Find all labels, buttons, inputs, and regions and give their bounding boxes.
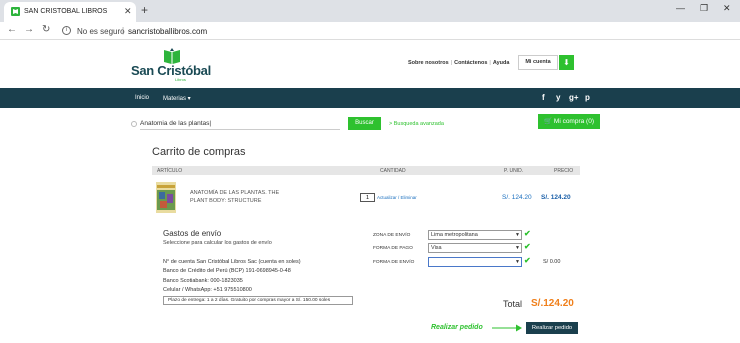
total-label: Total bbox=[503, 299, 523, 309]
search-option-radio[interactable] bbox=[131, 121, 137, 127]
place-order-button[interactable]: Realizar pedido bbox=[526, 322, 578, 334]
security-status[interactable]: No es seguro bbox=[77, 27, 125, 36]
info-icon[interactable]: i bbox=[62, 26, 71, 35]
contact-link[interactable]: Contáctenos bbox=[454, 60, 487, 66]
arrow-right-icon bbox=[492, 324, 522, 332]
back-icon[interactable]: ← bbox=[7, 24, 17, 35]
facebook-icon[interactable]: f bbox=[542, 93, 545, 102]
total-value: S/.124.20 bbox=[531, 298, 574, 309]
nav-materias[interactable]: Materias ▾ bbox=[163, 95, 191, 102]
unit-price: S/. 124.20 bbox=[502, 194, 532, 201]
forward-icon[interactable]: → bbox=[24, 24, 34, 35]
link-divider: | bbox=[489, 60, 491, 66]
address-separator: | bbox=[122, 26, 125, 35]
help-link[interactable]: Ayuda bbox=[493, 60, 510, 66]
advanced-search-link[interactable]: > Busqueda avanzada bbox=[389, 121, 444, 127]
bank-scotiabank-line: Banco Scotiabank: 000-1823035 bbox=[163, 278, 243, 284]
checkmark-icon: ✔ bbox=[524, 242, 531, 251]
column-header-unit-price: P. UNID. bbox=[504, 168, 524, 174]
minimize-icon[interactable]: — bbox=[676, 3, 685, 13]
twitter-icon[interactable]: y bbox=[556, 93, 560, 102]
logo-name[interactable]: San Cristóbal bbox=[131, 63, 211, 78]
google-plus-icon[interactable]: g+ bbox=[569, 93, 579, 102]
shipping-method-label: FORMA DE ENVÍO bbox=[373, 260, 415, 265]
cart-button-label: Mi compra (0) bbox=[553, 118, 594, 125]
tab-title: SAN CRISTOBAL LIBROS bbox=[24, 8, 108, 15]
payment-method-value: Visa bbox=[431, 245, 442, 251]
account-button[interactable]: Mi cuenta bbox=[518, 55, 558, 70]
column-header-article: ARTÍCULO bbox=[157, 168, 183, 174]
search-input[interactable] bbox=[140, 117, 340, 130]
close-window-icon[interactable]: ✕ bbox=[723, 3, 731, 14]
page-title: Carrito de compras bbox=[152, 146, 246, 158]
book-title[interactable]: ANATOMÍA DE LAS PLANTAS. THE PLANT BODY:… bbox=[190, 190, 290, 205]
book-cover-image[interactable] bbox=[156, 182, 176, 213]
checkmark-icon: ✔ bbox=[524, 229, 531, 238]
address-bar: ← → ↻ i No es seguro | sancristoballibro… bbox=[0, 22, 740, 40]
book-favicon-icon bbox=[11, 7, 20, 16]
chevron-down-icon: ▼ bbox=[515, 245, 520, 251]
logo-subtitle: Libros bbox=[175, 77, 186, 82]
nav-inicio[interactable]: Inicio bbox=[135, 95, 149, 101]
phone-line: Celular / WhatsApp: +51 975510800 bbox=[163, 287, 252, 293]
delivery-note: Plazo de entrega: 1 a 2 días. Gratuito p… bbox=[163, 296, 353, 305]
shipping-zone-label: ZONA DE ENVÍO bbox=[373, 233, 411, 238]
bank-bcp-line: Banco de Crédito del Perú (BCP) 191-0698… bbox=[163, 268, 291, 274]
payment-method-label: FORMA DE PAGO bbox=[373, 246, 413, 251]
shipping-zone-select[interactable]: Lima metropolitana ▼ bbox=[428, 230, 522, 240]
chevron-down-icon: ▼ bbox=[515, 232, 520, 238]
quantity-input[interactable] bbox=[360, 193, 375, 202]
column-header-quantity: CANTIDAD bbox=[380, 168, 406, 174]
new-tab-icon[interactable]: + bbox=[141, 3, 148, 17]
cart-icon: 🛒 bbox=[544, 118, 553, 125]
shipping-title: Gastos de envío bbox=[163, 229, 222, 238]
top-links: Sobre nosotros | Contáctenos | Ayuda bbox=[408, 60, 509, 66]
browser-tab-bar: SAN CRISTOBAL LIBROS ✕ + — ❐ ✕ bbox=[0, 0, 740, 22]
close-tab-icon[interactable]: ✕ bbox=[124, 6, 132, 17]
payment-method-select[interactable]: Visa ▼ bbox=[428, 243, 522, 253]
column-header-price: PRECIO bbox=[554, 168, 574, 174]
about-link[interactable]: Sobre nosotros bbox=[408, 60, 449, 66]
browser-tab[interactable]: SAN CRISTOBAL LIBROS ✕ bbox=[4, 2, 136, 22]
shipping-cost: S/ 0.00 bbox=[543, 259, 561, 265]
shipping-subtitle: Seleccione para calcular los gastos de e… bbox=[163, 240, 272, 246]
my-cart-button[interactable]: 🛒 Mi compra (0) bbox=[538, 114, 600, 129]
url-field[interactable]: sancristoballibros.com bbox=[128, 27, 207, 36]
pinterest-icon[interactable]: p bbox=[585, 93, 590, 102]
main-nav: Inicio Materias ▾ f y g+ p bbox=[0, 88, 740, 108]
shipping-zone-value: Lima metropolitana bbox=[431, 232, 478, 238]
row-price: S/. 124.20 bbox=[541, 194, 571, 201]
shipping-method-select[interactable]: ▼ bbox=[428, 257, 522, 267]
search-button[interactable]: Buscar bbox=[348, 117, 381, 130]
maximize-icon[interactable]: ❐ bbox=[700, 3, 708, 14]
update-remove-links[interactable]: Actualizar / Eliminar bbox=[377, 195, 417, 200]
link-divider: | bbox=[450, 60, 453, 66]
chevron-down-icon: ▼ bbox=[515, 259, 520, 265]
bank-account-line: N° de cuenta San Cristóbal Libros Sac (c… bbox=[163, 259, 301, 265]
table-header: ARTÍCULO CANTIDAD P. UNID. PRECIO bbox=[152, 166, 580, 175]
reload-icon[interactable]: ↻ bbox=[42, 24, 50, 35]
order-hint-text: Realizar pedido bbox=[431, 324, 483, 331]
checkmark-icon: ✔ bbox=[524, 256, 531, 265]
user-download-icon[interactable]: ⬇ bbox=[559, 55, 574, 70]
